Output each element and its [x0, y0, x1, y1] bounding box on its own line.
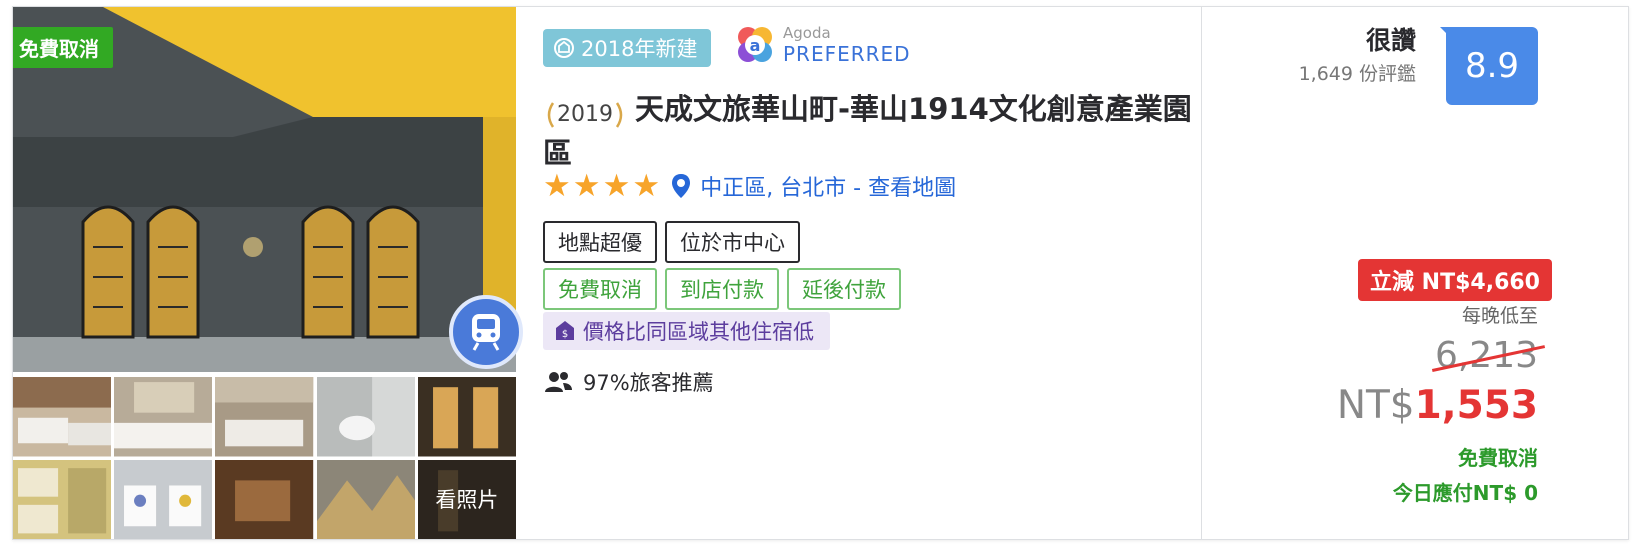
current-price[interactable]: NT$1,553 — [1337, 383, 1538, 428]
bedroom-photo — [215, 377, 314, 457]
new-built-label: 2018年新建 — [581, 37, 698, 61]
price-tag-icon: $ — [556, 321, 574, 340]
currency-symbol: NT$ — [1336, 383, 1415, 428]
benefit-tag: 延後付款 — [787, 268, 901, 310]
review-rating-word: 很讚 — [1365, 26, 1416, 55]
award-year: 2019 — [557, 102, 613, 127]
decor-photo — [215, 459, 314, 539]
pay-today-label: 今日應付NT$ 0 — [1392, 481, 1538, 505]
star-icon: ★ — [602, 167, 631, 204]
agoda-label: Agoda — [783, 24, 831, 42]
award-badge: 2019 — [543, 101, 627, 129]
train-icon — [472, 314, 500, 351]
thumbnail-photo[interactable] — [215, 377, 314, 457]
thumbnail-photo[interactable] — [417, 377, 516, 457]
review-count[interactable]: 1,649 份評鑑 — [1299, 59, 1416, 86]
artwork-photo — [316, 459, 415, 539]
original-price: 6,213 — [1431, 335, 1546, 376]
star-icon: ★ — [543, 167, 571, 204]
score-notch — [1440, 27, 1458, 45]
thumbnail-photo[interactable] — [316, 459, 415, 539]
star-icon: ★ — [632, 167, 661, 204]
new-built-badge: 2018年新建 — [543, 29, 712, 67]
transit-button[interactable] — [449, 295, 523, 369]
hotel-result-card[interactable]: 免費取消 看照片 2018年新建 a Agoda PREFERRED 2019 … — [12, 6, 1629, 540]
hotel-title-row: 2019 天成文旅華山町-華山1914文化創意產業園區 — [543, 87, 1213, 175]
window-photo — [417, 377, 516, 457]
benefit-tags: 免費取消 到店付款 延後付款 — [543, 268, 901, 310]
column-divider — [1201, 7, 1202, 539]
building-icon — [554, 38, 574, 58]
lower-price-badge: $ 價格比同區域其他住宿低 — [543, 312, 830, 350]
agoda-logo-icon: a — [738, 27, 772, 62]
recommendation: 97%旅客推薦 — [543, 367, 714, 397]
main-hotel-photo[interactable]: 免費取消 — [13, 7, 516, 372]
thumbnail-photo[interactable] — [13, 377, 112, 457]
original-price-value: 6,213 — [1434, 335, 1538, 376]
hotel-name[interactable]: 天成文旅華山町-華山1914文化創意產業園區 — [543, 92, 1192, 170]
see-photos-thumbnail[interactable]: 看照片 — [417, 459, 516, 539]
photo-thumbnails: 看照片 — [13, 377, 516, 539]
feature-tags: 地點超優 位於市中心 — [543, 221, 800, 263]
feature-tag: 位於市中心 — [665, 221, 800, 263]
thumbnail-photo[interactable] — [13, 459, 112, 539]
bathroom-photo — [316, 377, 415, 457]
recommend-text: 97%旅客推薦 — [583, 371, 714, 395]
capsule-room-photo — [13, 459, 112, 539]
review-score[interactable]: 8.9 — [1446, 27, 1538, 105]
laurel-left-icon — [547, 101, 555, 128]
amenity-photo — [114, 459, 213, 539]
agoda-preferred-badge: a Agoda PREFERRED — [735, 25, 911, 65]
feature-tag: 地點超優 — [543, 221, 657, 263]
benefit-tag: 免費取消 — [543, 268, 657, 310]
price-column: 很讚 1,649 份評鑑 8.9 立減 NT$4,660 每晚低至 6,213 … — [1203, 7, 1628, 539]
bedroom-photo — [13, 377, 112, 457]
benefit-tag: 到店付款 — [665, 268, 779, 310]
rating-location-row: ★ ★ ★ ★ 中正區, 台北市 - 查看地圖 — [543, 170, 956, 202]
star-icon: ★ — [572, 167, 601, 204]
price-free-cancel: 免費取消 — [1458, 446, 1538, 470]
hotel-info: 2018年新建 a Agoda PREFERRED 2019 天成文旅華山町-華… — [543, 7, 1223, 539]
svg-text:$: $ — [562, 329, 568, 340]
users-icon — [545, 372, 572, 392]
location-map-link[interactable]: 中正區, 台北市 - 查看地圖 — [700, 170, 956, 202]
lower-price-label: 價格比同區域其他住宿低 — [583, 320, 814, 344]
thumbnail-photo[interactable] — [316, 377, 415, 457]
thumbnail-photo[interactable] — [215, 459, 314, 539]
current-price-value: 1,553 — [1414, 383, 1538, 428]
free-cancel-badge: 免費取消 — [13, 27, 113, 68]
see-photos-label: 看照片 — [417, 459, 516, 539]
discount-badge: 立減 NT$4,660 — [1358, 259, 1552, 301]
thumbnail-photo[interactable] — [114, 459, 213, 539]
svg-text:a: a — [750, 36, 761, 55]
per-night-label: 每晚低至 — [1461, 305, 1538, 327]
laurel-right-icon — [615, 101, 623, 128]
map-pin-icon — [672, 174, 691, 198]
preferred-label: PREFERRED — [783, 42, 911, 66]
bedroom-photo — [114, 377, 213, 457]
thumbnail-photo[interactable] — [114, 377, 213, 457]
